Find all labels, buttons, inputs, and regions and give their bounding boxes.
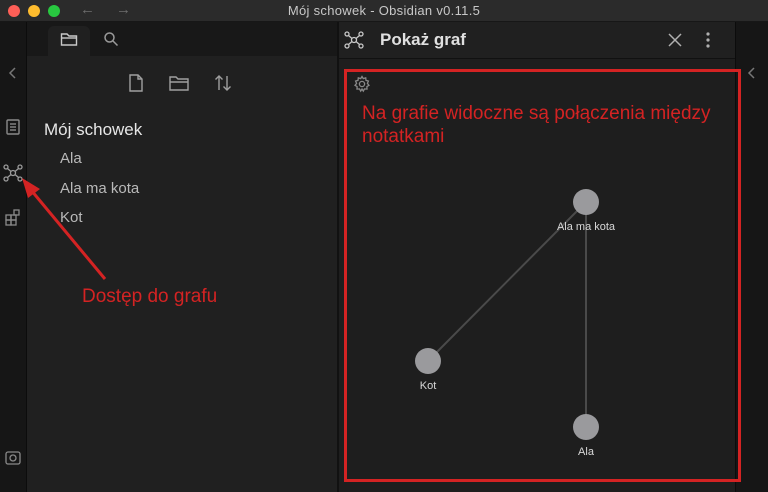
annotation-graph-note: Na grafie widoczne są połączenia między … <box>362 103 711 147</box>
panel-icon[interactable] <box>2 116 24 138</box>
templates-icon[interactable] <box>2 206 24 228</box>
close-icon[interactable] <box>668 33 682 52</box>
file-explorer-panel: Mój schowek Ala Ala ma kota Kot <box>27 22 337 492</box>
graph-view-title: Pokaż graf <box>380 30 466 49</box>
window-title: Mój schowek - Obsidian v0.11.5 <box>287 3 481 18</box>
collapse-right-icon[interactable] <box>747 66 757 85</box>
new-note-icon[interactable] <box>123 70 149 96</box>
title-bar: ← → Mój schowek - Obsidian v0.11.5 <box>0 0 768 22</box>
tab-file-explorer[interactable] <box>48 26 90 56</box>
ribbon <box>0 22 27 492</box>
graph-icon <box>344 30 364 55</box>
search-icon <box>103 31 119 52</box>
graph-icon[interactable] <box>2 162 24 184</box>
folder-icon <box>60 31 78 52</box>
annotation-access-note: Dostęp do grafu <box>82 286 218 307</box>
collapse-left-icon[interactable] <box>2 62 24 84</box>
file-explorer-actions <box>27 70 337 96</box>
sort-icon[interactable] <box>210 70 236 96</box>
file-item[interactable]: Ala ma kota <box>60 180 139 197</box>
file-item[interactable]: Ala <box>60 150 82 167</box>
left-panel-tabs <box>27 22 337 56</box>
tab-search[interactable] <box>90 26 132 56</box>
more-options-icon[interactable] <box>705 31 711 54</box>
file-item[interactable]: Kot <box>60 209 83 226</box>
vault-name[interactable]: Mój schowek <box>44 120 142 140</box>
new-folder-icon[interactable] <box>166 70 192 96</box>
vault-settings-icon[interactable] <box>2 447 24 469</box>
graph-view-header: Pokaż graf <box>339 22 735 59</box>
